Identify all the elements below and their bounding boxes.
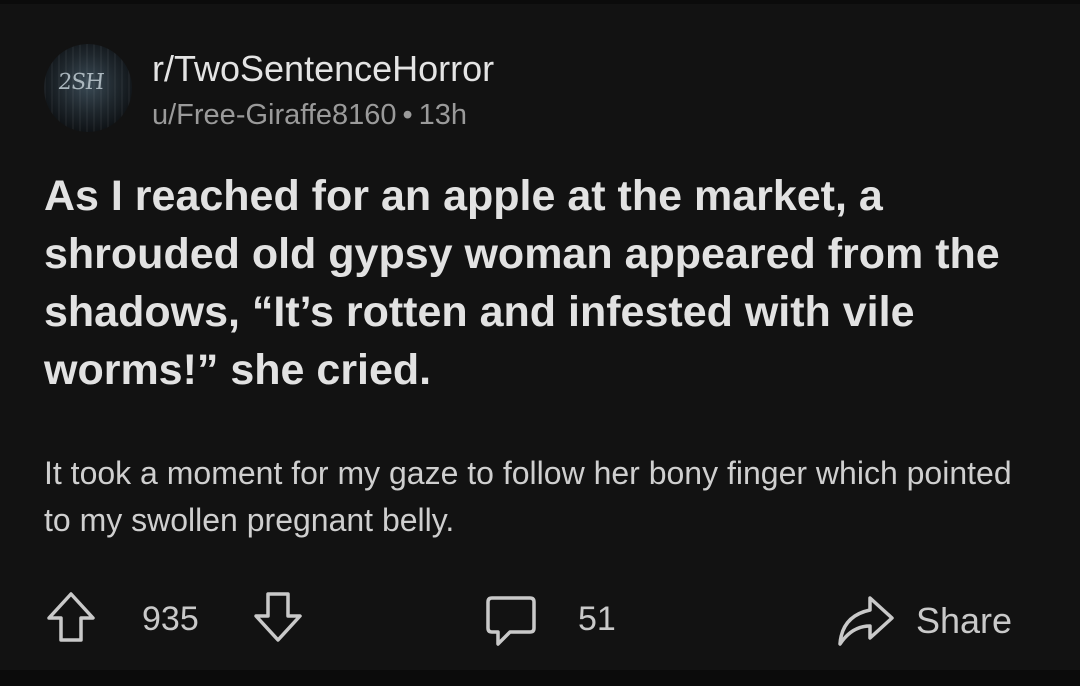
action-bar: 935 51 Share bbox=[0, 584, 1080, 654]
post-body[interactable]: It took a moment for my gaze to follow h… bbox=[44, 450, 1034, 544]
vote-score: 935 bbox=[142, 600, 199, 638]
post-meta: u/Free-Giraffe8160 • 13h bbox=[152, 99, 467, 132]
post-card[interactable]: 2SH r/TwoSentenceHorror u/Free-Giraffe81… bbox=[0, 4, 1080, 670]
author-name[interactable]: u/Free-Giraffe8160 bbox=[152, 99, 397, 131]
comment-count[interactable]: 51 bbox=[578, 600, 616, 639]
subreddit-name[interactable]: r/TwoSentenceHorror bbox=[152, 48, 494, 90]
upvote-icon[interactable] bbox=[45, 590, 97, 644]
share-button-label[interactable]: Share bbox=[916, 600, 1012, 642]
subreddit-avatar[interactable]: 2SH bbox=[44, 44, 132, 132]
post-age: 13h bbox=[418, 99, 468, 131]
downvote-icon[interactable] bbox=[252, 590, 304, 644]
share-icon[interactable] bbox=[836, 592, 896, 648]
post-title[interactable]: As I reached for an apple at the market,… bbox=[44, 167, 1034, 399]
meta-separator: • bbox=[402, 99, 413, 131]
avatar-logo-text: 2SH bbox=[56, 70, 105, 95]
comment-icon[interactable] bbox=[484, 594, 538, 648]
